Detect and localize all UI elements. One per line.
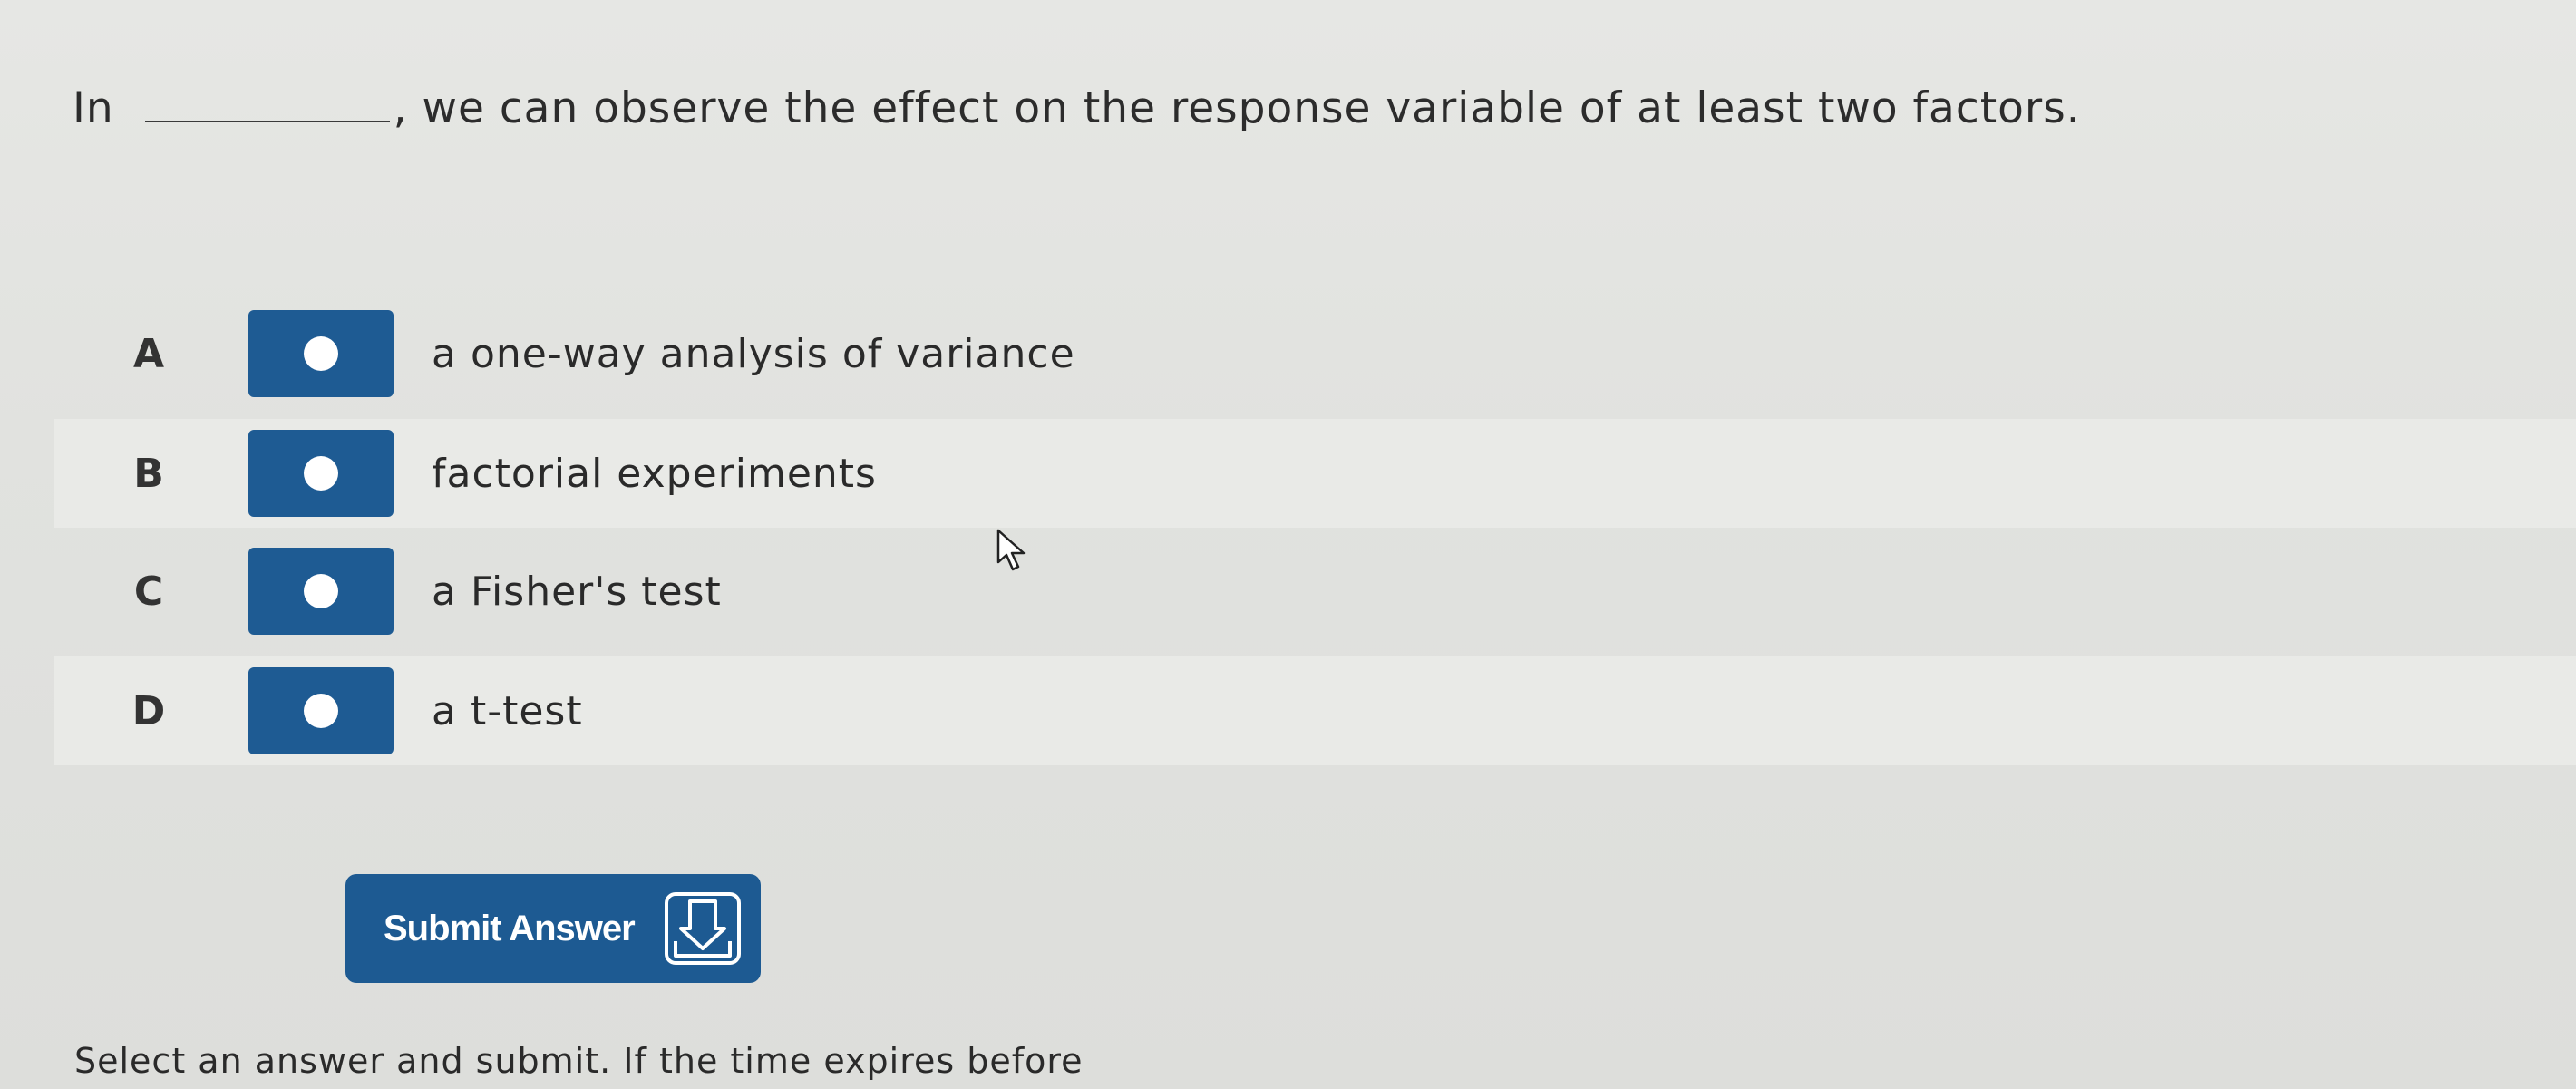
radio-dot-icon <box>304 336 338 371</box>
option-letter: B <box>133 450 164 497</box>
submit-label: Submit Answer <box>384 908 636 948</box>
radio-dot-icon <box>304 574 338 608</box>
submit-tray-arrow-icon <box>665 892 741 965</box>
option-letter: C <box>133 568 164 615</box>
mouse-pointer-icon <box>996 529 1026 571</box>
option-radio-a[interactable] <box>248 310 394 397</box>
question-text: In , we can observe the effect on the re… <box>73 83 2081 133</box>
answer-blank <box>144 84 390 122</box>
quiz-page: In , we can observe the effect on the re… <box>0 0 2576 1089</box>
submit-answer-button[interactable]: Submit Answer <box>345 874 761 983</box>
option-letter: D <box>131 687 166 734</box>
option-text: a Fisher's test <box>432 568 722 615</box>
option-row-a[interactable]: A a one-way analysis of variance <box>54 299 2576 408</box>
radio-dot-icon <box>304 456 338 491</box>
option-radio-c[interactable] <box>248 548 394 635</box>
radio-dot-icon <box>304 694 338 728</box>
option-radio-b[interactable] <box>248 430 394 517</box>
question-suffix: , we can observe the effect on the respo… <box>393 83 2081 133</box>
option-letter: A <box>132 330 165 377</box>
option-text: factorial experiments <box>432 450 877 497</box>
option-text: a t-test <box>432 687 583 734</box>
option-row-d[interactable]: D a t-test <box>54 656 2576 765</box>
instructions-text: Select an answer and submit. If the time… <box>74 1041 1084 1081</box>
question-prefix: In <box>73 83 114 133</box>
option-radio-d[interactable] <box>248 667 394 754</box>
option-row-c[interactable]: C a Fisher's test <box>54 537 2576 646</box>
option-row-b[interactable]: B factorial experiments <box>54 419 2576 528</box>
option-text: a one-way analysis of variance <box>432 330 1075 377</box>
